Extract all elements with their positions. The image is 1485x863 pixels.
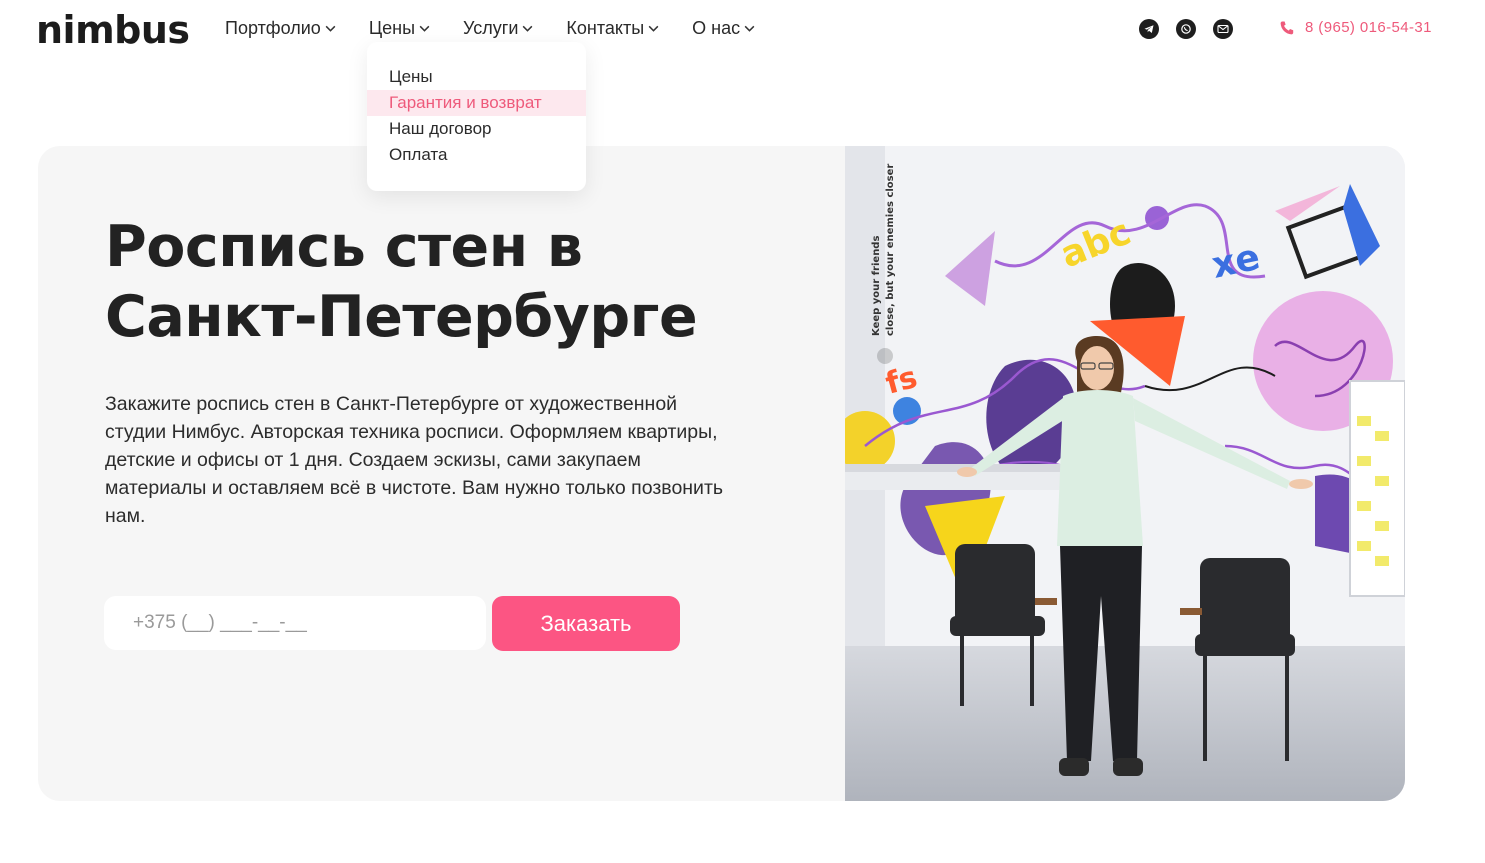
phone-icon <box>1280 21 1294 34</box>
dropdown-item-contract[interactable]: Наш договор <box>367 116 586 142</box>
nav-item-services[interactable]: Услуги <box>463 18 534 39</box>
nav-item-portfolio[interactable]: Портфолио <box>225 18 337 39</box>
phone-input[interactable] <box>104 596 486 650</box>
logo[interactable]: nimbus <box>36 8 190 52</box>
nav-item-label: Услуги <box>463 18 519 38</box>
chevron-down-icon <box>325 25 336 32</box>
hero-description: Закажите роспись стен в Санкт-Петербурге… <box>105 393 724 527</box>
wall-text: Keep your friends <box>871 236 882 336</box>
hero-title: Роспись стен в Санкт-Петербурге <box>105 212 805 352</box>
chevron-down-icon <box>648 25 659 32</box>
main-nav: Портфолио Цены Услуги Контакты О нас <box>225 18 756 39</box>
nav-item-prices[interactable]: Цены <box>369 18 431 39</box>
nav-item-label: Контакты <box>566 18 645 38</box>
nav-item-label: О нас <box>692 18 741 38</box>
whatsapp-icon[interactable] <box>1176 19 1196 39</box>
nav-item-label: Портфолио <box>225 18 321 38</box>
dropdown-item-payment[interactable]: Оплата <box>367 142 586 168</box>
nav-item-label: Цены <box>368 18 416 38</box>
chevron-down-icon <box>419 25 430 32</box>
dropdown-item-guarantee[interactable]: Гарантия и возврат <box>367 90 586 116</box>
office-mural-illustration: Keep your friends close, but your enemie… <box>845 146 1405 801</box>
hero-photo: Keep your friends close, but your enemie… <box>845 146 1405 801</box>
dropdown-item-prices[interactable]: Цены <box>367 64 586 90</box>
nav-item-contacts[interactable]: Контакты <box>566 18 660 39</box>
wall-text: close, but your enemies closer <box>885 164 896 336</box>
chevron-down-icon <box>744 25 755 32</box>
email-icon[interactable] <box>1213 19 1233 39</box>
nav-item-about[interactable]: О нас <box>692 18 756 39</box>
phone-number: 8 (965) 016-54-31 <box>1305 19 1432 36</box>
hero-title-line: Роспись стен в <box>105 214 583 280</box>
header-phone-link[interactable]: 8 (965) 016-54-31 <box>1279 19 1432 36</box>
chevron-down-icon <box>523 25 533 32</box>
order-button[interactable]: Заказать <box>492 596 680 651</box>
prices-dropdown-menu: Цены Гарантия и возврат Наш договор Опла… <box>367 42 586 191</box>
telegram-icon[interactable] <box>1139 19 1159 39</box>
site-header: nimbus Портфолио Цены Услуги Контакты О … <box>0 0 1485 60</box>
hero-section: Роспись стен в Санкт-Петербурге Закажите… <box>38 146 1405 801</box>
hero-title-line: Санкт-Петербурге <box>105 284 698 350</box>
